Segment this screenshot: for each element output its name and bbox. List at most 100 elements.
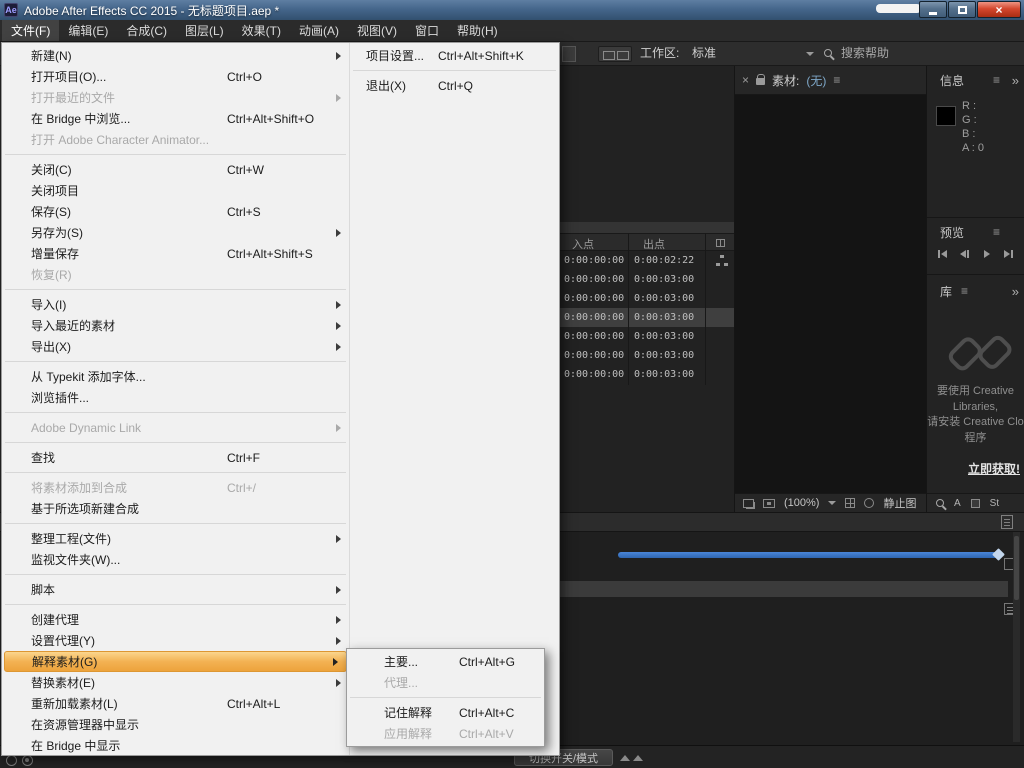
submenu-item[interactable]: 代理... bbox=[347, 672, 544, 693]
menu-item[interactable] bbox=[2, 438, 349, 447]
panel-overflow-icon[interactable]: » bbox=[1012, 284, 1019, 299]
menu-item[interactable]: 导入(I) bbox=[2, 294, 349, 315]
menu-item[interactable]: 保存(S) Ctrl+S bbox=[2, 201, 349, 222]
menu-item[interactable]: 另存为(S) bbox=[2, 222, 349, 243]
previous-frame-button[interactable] bbox=[956, 246, 973, 262]
menu-item[interactable]: 解释素材(G) bbox=[4, 651, 347, 672]
panel-menu-icon[interactable]: ≡ bbox=[993, 73, 1000, 87]
menu-item[interactable] bbox=[2, 468, 349, 477]
footage-row[interactable]: 0:00:00:00 0:00:03:00 bbox=[558, 308, 734, 327]
library-panel-title[interactable]: 库 bbox=[940, 283, 952, 300]
submenu-item[interactable]: 记住解释 Ctrl+Alt+C bbox=[347, 702, 544, 723]
menu-item[interactable]: 打开最近的文件 bbox=[2, 87, 349, 108]
workspace-icon[interactable] bbox=[598, 46, 632, 62]
menu-item[interactable]: 从 Typekit 添加字体... bbox=[2, 366, 349, 387]
play-button[interactable] bbox=[978, 246, 995, 262]
panel-menu-icon[interactable]: ≡ bbox=[961, 284, 968, 298]
footage-row[interactable]: 0:00:00:00 0:00:03:00 bbox=[558, 327, 734, 346]
menubar-item[interactable]: 帮助(H) bbox=[448, 20, 507, 41]
next-frame-button[interactable] bbox=[1000, 246, 1017, 262]
menu-item[interactable]: 基于所选项新建合成 bbox=[2, 498, 349, 519]
menu-item[interactable]: 将素材添加到合成 Ctrl+/ bbox=[2, 477, 349, 498]
timeline-toggle-icon[interactable] bbox=[22, 755, 33, 766]
layer-color-icon[interactable] bbox=[970, 498, 980, 508]
in-point-column-header[interactable]: 入点 bbox=[572, 236, 594, 252]
footage-row[interactable]: 0:00:00:00 0:00:03:00 bbox=[558, 365, 734, 384]
footage-tab-label[interactable]: 素材: bbox=[772, 72, 799, 89]
menu-item[interactable]: 查找 Ctrl+F bbox=[2, 447, 349, 468]
menu-item[interactable]: 关闭项目 bbox=[2, 180, 349, 201]
footage-row[interactable]: 0:00:00:00 0:00:03:00 bbox=[558, 346, 734, 365]
menu-item[interactable] bbox=[2, 600, 349, 609]
submenu-item[interactable] bbox=[347, 693, 544, 702]
menu-item[interactable]: 整理工程(文件) bbox=[2, 528, 349, 549]
menu-item[interactable]: 新建(N) bbox=[2, 45, 349, 66]
minimize-button[interactable] bbox=[919, 1, 947, 18]
timeline-toggle-icon[interactable] bbox=[6, 755, 17, 766]
menu-item[interactable]: 在 Bridge 中显示 bbox=[2, 735, 349, 756]
menu-item[interactable]: 替换素材(E) bbox=[2, 672, 349, 693]
menu-item[interactable]: 打开 Adobe Character Animator... bbox=[2, 129, 349, 150]
menu-item[interactable]: 设置代理(Y) bbox=[2, 630, 349, 651]
go-to-start-button[interactable] bbox=[934, 246, 951, 262]
out-point-column-header[interactable]: 出点 bbox=[643, 236, 665, 252]
submenu-item[interactable]: 应用解释 Ctrl+Alt+V bbox=[347, 723, 544, 744]
menubar-item[interactable]: 窗口 bbox=[406, 20, 448, 41]
menu-item[interactable]: 恢复(R) bbox=[2, 264, 349, 285]
search-help-field[interactable]: 搜索帮助 bbox=[841, 42, 889, 65]
menu-item[interactable] bbox=[2, 408, 349, 417]
grid-guides-icon[interactable] bbox=[845, 498, 856, 508]
expand-arrows[interactable] bbox=[620, 755, 643, 761]
maximize-button[interactable] bbox=[948, 1, 976, 18]
menubar-item[interactable]: 动画(A) bbox=[290, 20, 348, 41]
menu-item[interactable] bbox=[2, 285, 349, 294]
panel-close-icon[interactable]: × bbox=[742, 73, 749, 87]
menu-item[interactable] bbox=[350, 66, 559, 75]
menu-item[interactable]: 创建代理 bbox=[2, 609, 349, 630]
preview-panel-title[interactable]: 预览 bbox=[940, 224, 964, 241]
footage-row[interactable]: 0:00:00:00 0:00:03:00 bbox=[558, 270, 734, 289]
zoom-level[interactable]: (100%) bbox=[784, 497, 819, 509]
submenu-item[interactable]: 主要... Ctrl+Alt+G bbox=[347, 651, 544, 672]
timeline-navigator-bar[interactable] bbox=[618, 548, 1005, 561]
panel-overflow-icon[interactable]: » bbox=[1012, 73, 1019, 88]
channels-icon[interactable] bbox=[763, 498, 775, 508]
menu-item[interactable]: 浏览插件... bbox=[2, 387, 349, 408]
menu-item[interactable]: 导入最近的素材 bbox=[2, 315, 349, 336]
info-panel-title[interactable]: 信息 bbox=[940, 72, 964, 89]
timeline-scrollbar[interactable] bbox=[1013, 532, 1020, 742]
footage-row[interactable]: 0:00:00:00 0:00:02:22 bbox=[558, 251, 734, 270]
menu-item[interactable] bbox=[2, 519, 349, 528]
menubar-item[interactable]: 编辑(E) bbox=[59, 20, 117, 41]
menu-item[interactable] bbox=[2, 150, 349, 159]
menu-item[interactable]: 关闭(C) Ctrl+W bbox=[2, 159, 349, 180]
time-icon[interactable] bbox=[864, 498, 875, 508]
footage-row[interactable]: 0:00:00:00 0:00:03:00 bbox=[558, 289, 734, 308]
menu-item[interactable]: 监视文件夹(W)... bbox=[2, 549, 349, 570]
zoom-dropdown-icon[interactable] bbox=[828, 501, 837, 505]
lock-icon[interactable] bbox=[756, 74, 766, 85]
close-button[interactable]: × bbox=[977, 1, 1021, 18]
menu-item[interactable]: 重新加载素材(L) Ctrl+Alt+L bbox=[2, 693, 349, 714]
menu-item[interactable] bbox=[2, 357, 349, 366]
workspace-dropdown-icon[interactable] bbox=[806, 52, 814, 56]
get-now-link[interactable]: 立即获取! bbox=[968, 460, 1020, 477]
adobe-stock-icon[interactable]: St bbox=[990, 498, 999, 509]
menubar-item[interactable]: 合成(C) bbox=[117, 20, 176, 41]
panel-menu-icon[interactable]: ≡ bbox=[993, 225, 1000, 239]
menu-item[interactable]: 打开项目(O)... Ctrl+O bbox=[2, 66, 349, 87]
comp-mini-flowchart-icon[interactable] bbox=[1001, 515, 1013, 529]
menu-item[interactable]: 退出(X) Ctrl+Q bbox=[350, 75, 559, 96]
panel-menu-icon[interactable]: ≡ bbox=[833, 73, 840, 87]
menu-item[interactable]: 在资源管理器中显示 bbox=[2, 714, 349, 735]
workspace-value[interactable]: 标准 bbox=[692, 42, 716, 65]
menubar-item[interactable]: 图层(L) bbox=[176, 20, 233, 41]
menu-item[interactable]: 增量保存 Ctrl+Alt+Shift+S bbox=[2, 243, 349, 264]
navigator-handle[interactable] bbox=[992, 548, 1005, 561]
menu-item[interactable] bbox=[2, 570, 349, 579]
scrollbar-thumb[interactable] bbox=[1014, 536, 1019, 600]
snapshot-icon[interactable] bbox=[743, 498, 754, 508]
character-style-icon[interactable]: A bbox=[954, 498, 961, 509]
menu-item[interactable]: 在 Bridge 中浏览... Ctrl+Alt+Shift+O bbox=[2, 108, 349, 129]
menu-item[interactable]: 脚本 bbox=[2, 579, 349, 600]
